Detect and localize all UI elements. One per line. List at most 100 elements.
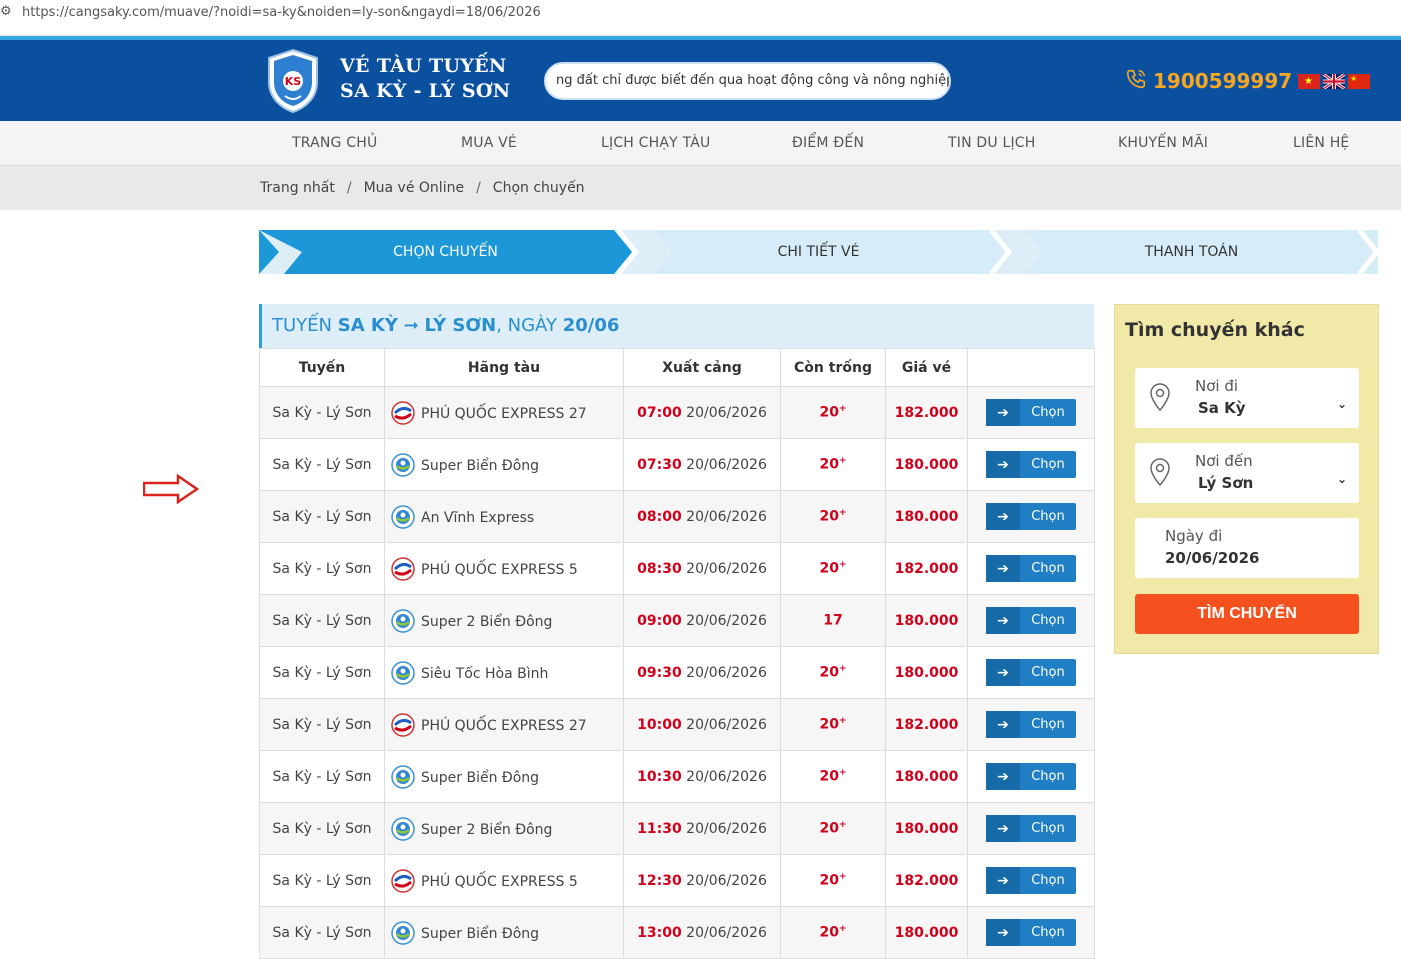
table-row: Sa Kỳ - Lý Sơn An Vĩnh Express 08:00 20/06…	[259, 490, 1095, 543]
operator-cell: Super Biển Đông	[384, 906, 624, 959]
vietnam-flag-icon[interactable]	[1298, 74, 1320, 89]
panel-title: Tìm chuyến khác	[1125, 319, 1305, 341]
choose-trip-button[interactable]: ➔ Chọn	[986, 451, 1076, 478]
nav-item-schedule[interactable]: LỊCH CHẠY TÀU	[601, 135, 710, 151]
nav-item-promotions[interactable]: KHUYẾN MÃI	[1118, 135, 1208, 151]
chevron-down-icon: ⌄	[1336, 472, 1347, 486]
choose-button-label: Chọn	[1031, 457, 1065, 472]
seats-cell: 20+	[780, 750, 886, 803]
price-cell: 180.000	[885, 750, 968, 803]
search-trip-button[interactable]: TÌM CHUYẾN	[1135, 594, 1359, 634]
seats-count: 20	[819, 820, 839, 837]
route-cell: Sa Kỳ - Lý Sơn	[259, 646, 385, 699]
seats-count: 20	[819, 924, 839, 941]
choose-trip-button[interactable]: ➔ Chọn	[986, 763, 1076, 790]
departure-date: 20/06/2026	[686, 612, 767, 629]
table-row: Sa Kỳ - Lý Sơn PHÚ QUỐC EXPRESS 27 10:00 2…	[259, 698, 1095, 751]
phu-quoc-express-logo-icon	[391, 712, 415, 737]
date-label: Ngày đi	[1165, 527, 1223, 545]
departure-cell: 09:30 20/06/2026	[623, 646, 781, 699]
site-header: KS VÉ TÀU TUYẾN SA KỲ - LÝ SƠN ng đất ch…	[0, 40, 1401, 121]
hotline[interactable]: 1900599997	[1125, 68, 1292, 93]
nav-item-home[interactable]: TRANG CHỦ	[292, 135, 377, 151]
super-bien-dong-logo-icon	[391, 764, 415, 789]
red-arrow-annotation-icon	[143, 474, 199, 504]
china-flag-icon[interactable]	[1348, 74, 1370, 89]
breadcrumb-buy-online[interactable]: Mua vé Online	[364, 180, 465, 196]
super-bien-dong-logo-icon	[391, 920, 415, 945]
destination-select[interactable]: Nơi đến Lý Sơn ⌄	[1135, 443, 1359, 503]
operator-name: Super Biển Đông	[421, 925, 540, 942]
chevron-down-icon: ⌄	[1336, 397, 1347, 411]
price-cell: 180.000	[885, 490, 968, 543]
brand-title[interactable]: VÉ TÀU TUYẾN SA KỲ - LÝ SƠN	[340, 54, 510, 104]
action-cell: ➔ Chọn	[967, 750, 1095, 803]
operator-name: PHÚ QUỐC EXPRESS 27	[421, 405, 587, 422]
nav-item-contact[interactable]: LIÊN HỆ	[1293, 135, 1349, 151]
breadcrumb-separator: /	[346, 180, 352, 196]
news-marquee[interactable]: ng đất chỉ được biết đến qua hoạt động c…	[544, 62, 951, 100]
site-settings-icon[interactable]: ⚙	[0, 4, 12, 19]
step-payment: THANH TOÁN	[1144, 244, 1239, 260]
choose-trip-button[interactable]: ➔ Chọn	[986, 659, 1076, 686]
arrow-right-icon: ➔	[986, 503, 1020, 530]
route-date: 20/06	[562, 315, 620, 336]
departure-time: 11:30	[637, 820, 682, 837]
price-cell: 180.000	[885, 594, 968, 647]
choose-trip-button[interactable]: ➔ Chọn	[986, 867, 1076, 894]
url-text[interactable]: https://cangsaky.com/muave/?noidi=sa-ky&…	[22, 5, 541, 20]
breadcrumb-home[interactable]: Trang nhất	[260, 180, 335, 196]
choose-trip-button[interactable]: ➔ Chọn	[986, 503, 1076, 530]
operator-name: PHÚ QUỐC EXPRESS 27	[421, 717, 587, 734]
departure-cell: 10:30 20/06/2026	[623, 750, 781, 803]
departure-date: 20/06/2026	[686, 924, 767, 941]
arrow-right-icon: ➔	[986, 919, 1020, 946]
choose-trip-button[interactable]: ➔ Chọn	[986, 919, 1076, 946]
seats-cell: 20+	[780, 802, 886, 855]
table-row: Sa Kỳ - Lý Sơn PHÚ QUỐC EXPRESS 5 08:30 20…	[259, 542, 1095, 595]
choose-trip-button[interactable]: ➔ Chọn	[986, 555, 1076, 582]
departure-date: 20/06/2026	[686, 768, 767, 785]
departure-select[interactable]: Nơi đi Sa Kỳ ⌄	[1135, 368, 1359, 428]
phu-quoc-express-logo-icon	[391, 400, 415, 425]
operator-cell: PHÚ QUỐC EXPRESS 27	[384, 386, 624, 439]
seats-cell: 20+	[780, 490, 886, 543]
choose-button-label: Chọn	[1031, 561, 1065, 576]
nav-item-travel-news[interactable]: TIN DU LỊCH	[948, 135, 1036, 151]
search-other-trips-panel: Tìm chuyến khác Nơi đi Sa Kỳ ⌄ Nơi đến L…	[1114, 304, 1379, 654]
breadcrumb-separator: /	[476, 180, 481, 196]
step-choose-trip: CHỌN CHUYẾN	[393, 244, 498, 260]
brand-line-2: SA KỲ - LÝ SƠN	[340, 80, 511, 102]
choose-button-label: Chọn	[1031, 873, 1065, 888]
arrow-right-icon: ➔	[986, 451, 1020, 478]
browser-url-bar[interactable]: ⚙ https://cangsaky.com/muave/?noidi=sa-k…	[0, 0, 1401, 36]
table-row: Sa Kỳ - Lý Sơn Super 2 Biển Đông 09:00 20/…	[259, 594, 1095, 647]
nav-item-buy-ticket[interactable]: MUA VÉ	[461, 135, 517, 151]
route-date-prefix: , NGÀY	[496, 315, 557, 336]
departure-time: 10:00	[637, 716, 682, 733]
seats-plus: +	[838, 456, 847, 467]
seats-count: 20	[819, 456, 839, 473]
route-to: LÝ SƠN	[424, 315, 497, 336]
seats-count: 20	[819, 664, 839, 681]
date-field[interactable]: Ngày đi 20/06/2026	[1135, 518, 1359, 578]
choose-trip-button[interactable]: ➔ Chọn	[986, 399, 1076, 426]
departure-date: 20/06/2026	[686, 456, 767, 473]
destination-value: Lý Sơn	[1198, 474, 1254, 492]
nav-item-destinations[interactable]: ĐIỂM ĐẾN	[792, 135, 864, 151]
checkout-steps: CHỌN CHUYẾN CHI TIẾT VÉ THANH TOÁN	[259, 230, 1378, 274]
choose-trip-button[interactable]: ➔ Chọn	[986, 607, 1076, 634]
choose-trip-button[interactable]: ➔ Chọn	[986, 711, 1076, 738]
port-shield-logo-icon[interactable]: KS	[267, 48, 319, 114]
uk-flag-icon[interactable]	[1323, 74, 1345, 89]
brand-line-1: VÉ TÀU TUYẾN	[340, 55, 507, 77]
choose-button-label: Chọn	[1031, 717, 1065, 732]
location-pin-icon	[1150, 383, 1170, 412]
operator-name: PHÚ QUỐC EXPRESS 5	[421, 873, 578, 890]
route-cell: Sa Kỳ - Lý Sơn	[259, 802, 385, 855]
breadcrumb-bar: Trang nhất / Mua vé Online / Chọn chuyến	[0, 166, 1401, 210]
column-header-operator: Hãng tàu	[384, 348, 624, 387]
choose-trip-button[interactable]: ➔ Chọn	[986, 815, 1076, 842]
operator-name: Super Biển Đông	[421, 457, 540, 474]
departure-cell: 13:00 20/06/2026	[623, 906, 781, 959]
